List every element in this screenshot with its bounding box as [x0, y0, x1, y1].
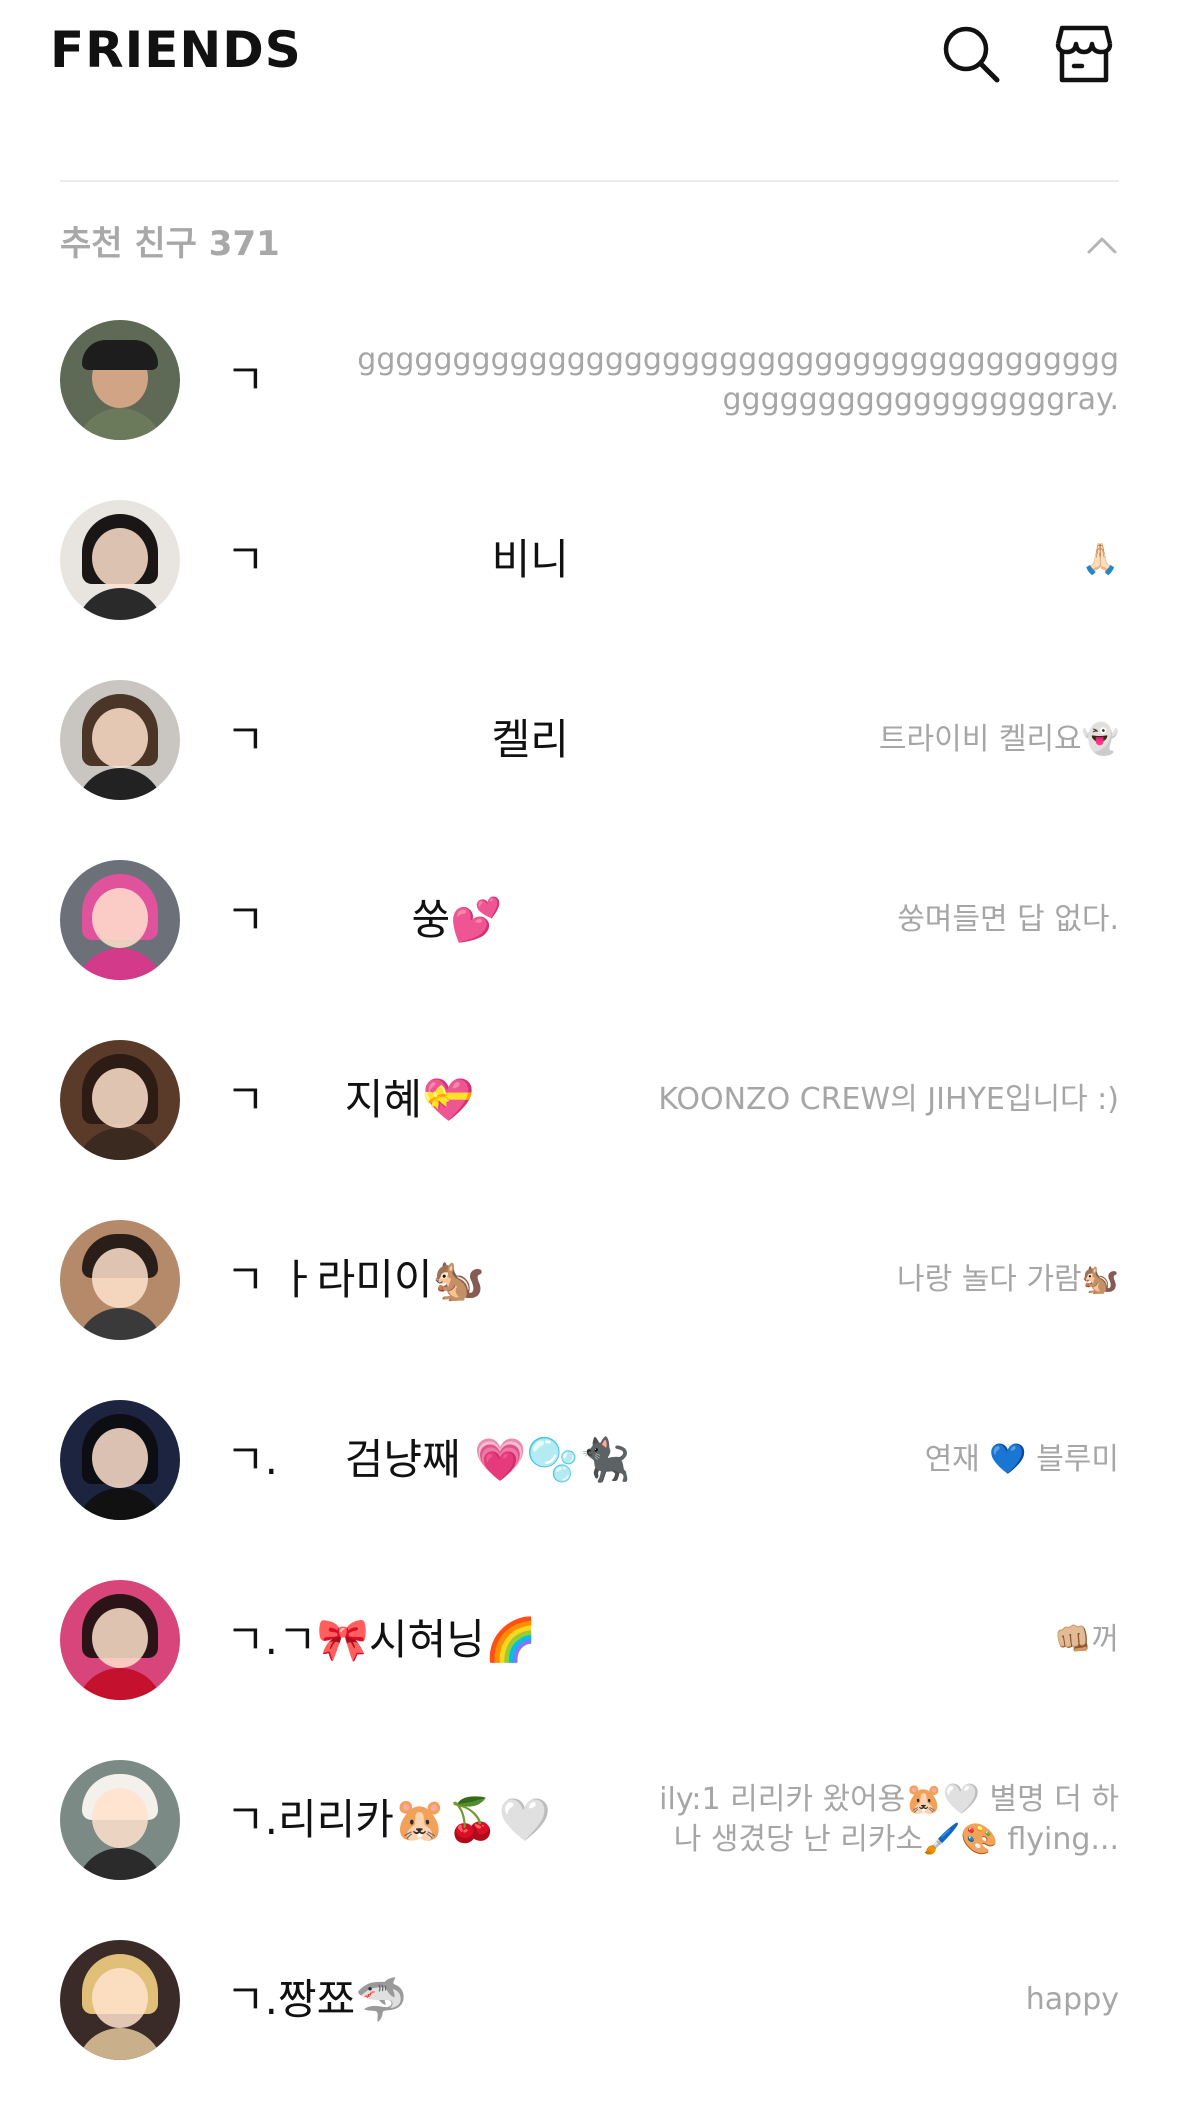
shop-button[interactable]: [1048, 18, 1120, 90]
status-message: 트라이비 켈리요👻: [878, 722, 1119, 757]
avatar: [60, 1580, 180, 1700]
avatar: [60, 320, 180, 440]
friend-name: ㄱ ㅏ라미이🐿️: [226, 1255, 485, 1304]
search-icon: [943, 26, 1000, 83]
status-message: 쑹며들면 답 없다.: [897, 902, 1119, 937]
friend-row[interactable]: ㄱ 지혜💝 KOONZO CREW의 JIHYE입니다 :): [0, 1010, 1179, 1190]
friend-name: ㄱ.짱쬬🦈: [226, 1975, 408, 2024]
friend-row[interactable]: ㄱ gggggggggggggggggggggggggggggggggggggg…: [0, 290, 1179, 470]
friend-row[interactable]: ㄱ.ㄱ🎀시혀닝🌈 👊🏼꺼: [0, 1550, 1179, 1730]
recommended-friends-header[interactable]: 추천 친구 371: [60, 212, 1119, 276]
friend-name: ㄱ.리리카🐹🍒🤍: [226, 1795, 551, 1844]
status-message: 🙏🏻: [1081, 542, 1119, 577]
search-button[interactable]: [935, 18, 1007, 90]
avatar: [60, 500, 180, 620]
friend-name: ㄱ 비니: [226, 535, 569, 584]
friend-name: ㄱ.ㄱ🎀시혀닝🌈: [226, 1615, 538, 1664]
friend-name: ㄱ 쑹💕: [226, 895, 503, 944]
friend-row[interactable]: ㄱ.짱쬬🦈 happy: [0, 1910, 1179, 2090]
avatar: [60, 860, 180, 980]
status-message: ily:1 리리카 왔어용🐹🤍 별명 더 하 나 생겼당 난 리카소🖌️🎨 fl…: [659, 1782, 1119, 1857]
avatar: [60, 1220, 180, 1340]
friend-row[interactable]: ㄱ.리리카🐹🍒🤍 ily:1 리리카 왔어용🐹🤍 별명 더 하 나 생겼당 난 …: [0, 1730, 1179, 1910]
status-message: gggggggggggggggggggggggggggggggggggggggg…: [357, 342, 1119, 417]
friend-row[interactable]: ㄱ 켈리 트라이비 켈리요👻: [0, 650, 1179, 830]
shop-icon: [1055, 25, 1113, 83]
page-title: FRIENDS: [50, 21, 302, 79]
header-divider: [60, 180, 1119, 182]
avatar: [60, 680, 180, 800]
status-message: 연재 💙 블루미: [924, 1442, 1119, 1477]
status-message: happy: [1025, 1982, 1119, 2017]
status-message: KOONZO CREW의 JIHYE입니다 :): [658, 1082, 1119, 1117]
section-label: 추천 친구 371: [60, 224, 280, 264]
friend-list: ㄱ gggggggggggggggggggggggggggggggggggggg…: [0, 290, 1179, 2090]
app-header: FRIENDS: [0, 0, 1179, 110]
friend-row[interactable]: ㄱ 쑹💕 쑹며들면 답 없다.: [0, 830, 1179, 1010]
friend-name: ㄱ: [226, 355, 265, 404]
friend-row[interactable]: ㄱ 비니 🙏🏻: [0, 470, 1179, 650]
avatar: [60, 1040, 180, 1160]
avatar: [60, 1400, 180, 1520]
avatar: [60, 1940, 180, 2060]
chevron-up-icon[interactable]: [1085, 228, 1119, 262]
avatar: [60, 1760, 180, 1880]
friend-name: ㄱ 지혜💝: [226, 1075, 475, 1124]
friend-row[interactable]: ㄱ ㅏ라미이🐿️ 나랑 놀다 가람🐿️: [0, 1190, 1179, 1370]
status-message: 👊🏼꺼: [1054, 1622, 1119, 1657]
friend-row[interactable]: ㄱ. 검냥째 💗🫧🐈‍⬛ 연재 💙 블루미: [0, 1370, 1179, 1550]
friend-name: ㄱ 켈리: [226, 715, 569, 764]
status-message: 나랑 놀다 가람🐿️: [896, 1262, 1119, 1297]
